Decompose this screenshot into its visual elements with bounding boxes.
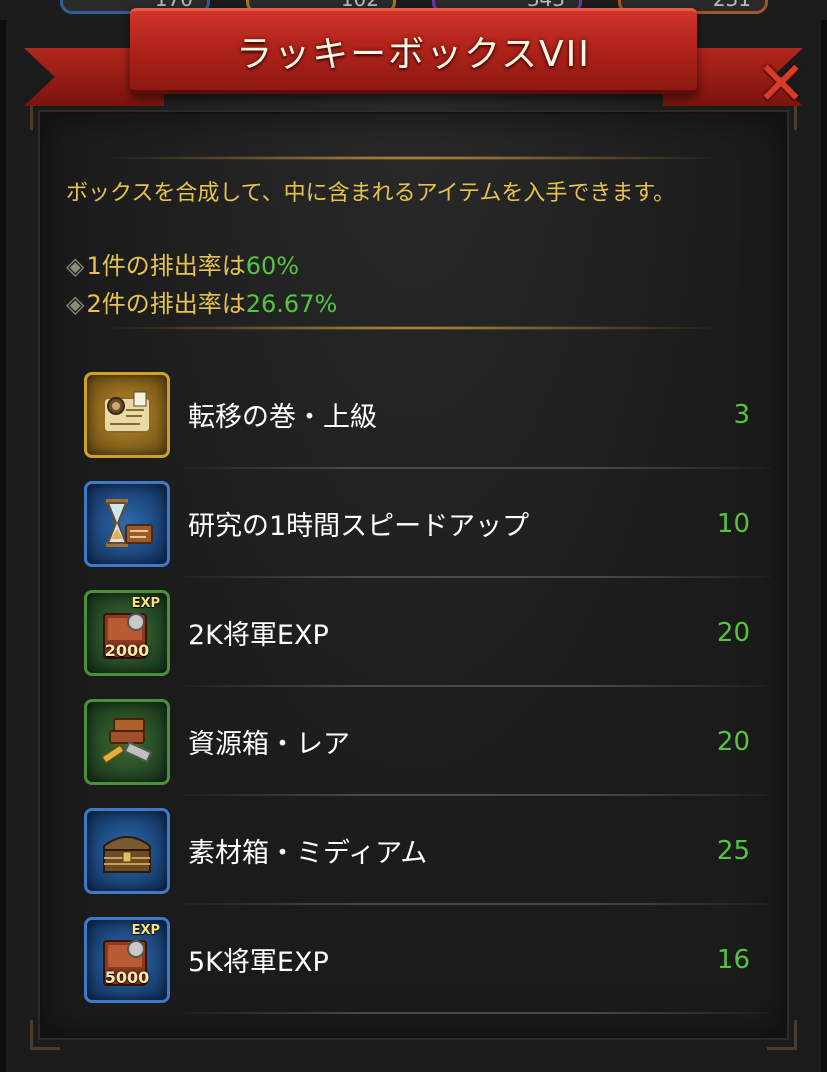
exp-label: EXP <box>131 922 160 938</box>
item-count: 16 <box>716 944 750 975</box>
page-title: ラッキーボックスVII <box>236 33 591 75</box>
rate-value: 60% <box>245 252 300 280</box>
item-icon-frame: EXP 2000 <box>84 589 170 676</box>
item-icon-frame <box>84 807 170 894</box>
item-count: 25 <box>716 835 750 866</box>
item-list: 転移の巻・上級 3 研究の1時間スピードアップ 10 EXP 2000 2K将軍… <box>84 360 770 1014</box>
treasure-chest-icon <box>96 820 158 882</box>
title-ribbon: ラッキーボックスVII <box>130 8 697 94</box>
item-count: 20 <box>716 617 750 648</box>
item-icon-frame <box>84 371 170 458</box>
list-item[interactable]: 資源箱・レア 20 <box>84 687 770 796</box>
list-item[interactable]: 転移の巻・上級 3 <box>84 360 770 469</box>
rate-line: ◈2件の排出率は26.67% <box>66 284 337 319</box>
description-text: ボックスを合成して、中に含まれるアイテムを入手できます。 <box>66 181 676 206</box>
exp-book-icon: EXP 2000 <box>96 596 160 664</box>
lucky-box-dialog: 170 102 343 231 ラッキーボックスVII ✕ ボックスを合成して、… <box>0 0 827 1072</box>
exp-book-icon: EXP 5000 <box>96 923 160 991</box>
close-button[interactable]: ✕ <box>753 54 809 114</box>
divider-glow <box>110 326 717 330</box>
item-count: 3 <box>733 399 750 430</box>
scroll-icon <box>96 384 158 446</box>
rate-line: ◈1件の排出率は60% <box>66 246 299 281</box>
hourglass-icon <box>96 493 158 555</box>
item-name: 素材箱・ミディアム <box>188 838 428 869</box>
frame-corner <box>767 1020 797 1050</box>
exp-label: EXP <box>131 595 160 611</box>
rate-prefix: 2件の排出率は <box>86 290 246 318</box>
divider-glow <box>110 156 717 160</box>
exp-amount: 5000 <box>104 967 150 987</box>
item-icon-frame <box>84 698 170 785</box>
exp-amount: 2000 <box>104 640 150 660</box>
item-name: 転移の巻・上級 <box>188 402 377 433</box>
list-item[interactable]: EXP 5000 5K将軍EXP 16 <box>84 905 770 1014</box>
diamond-icon: ◈ <box>66 252 85 280</box>
item-name: 資源箱・レア <box>188 729 350 760</box>
item-name: 研究の1時間スピードアップ <box>188 511 530 542</box>
list-item[interactable]: EXP 2000 2K将軍EXP 20 <box>84 578 770 687</box>
list-item[interactable]: 研究の1時間スピードアップ 10 <box>84 469 770 578</box>
frame-corner <box>30 1020 60 1050</box>
item-count: 10 <box>716 508 750 539</box>
resource-value: 231 <box>713 0 751 11</box>
rate-value: 26.67% <box>245 290 338 318</box>
rate-prefix: 1件の排出率は <box>86 252 246 280</box>
item-icon-frame: EXP 5000 <box>84 916 170 1003</box>
list-item[interactable]: 素材箱・ミディアム 25 <box>84 796 770 905</box>
diamond-icon: ◈ <box>66 290 85 318</box>
item-count: 20 <box>716 726 750 757</box>
item-name: 5K将軍EXP <box>188 947 329 978</box>
item-icon-frame <box>84 480 170 567</box>
item-name: 2K将軍EXP <box>188 620 329 651</box>
resource-box-icon <box>96 711 158 773</box>
close-icon: ✕ <box>755 49 807 119</box>
